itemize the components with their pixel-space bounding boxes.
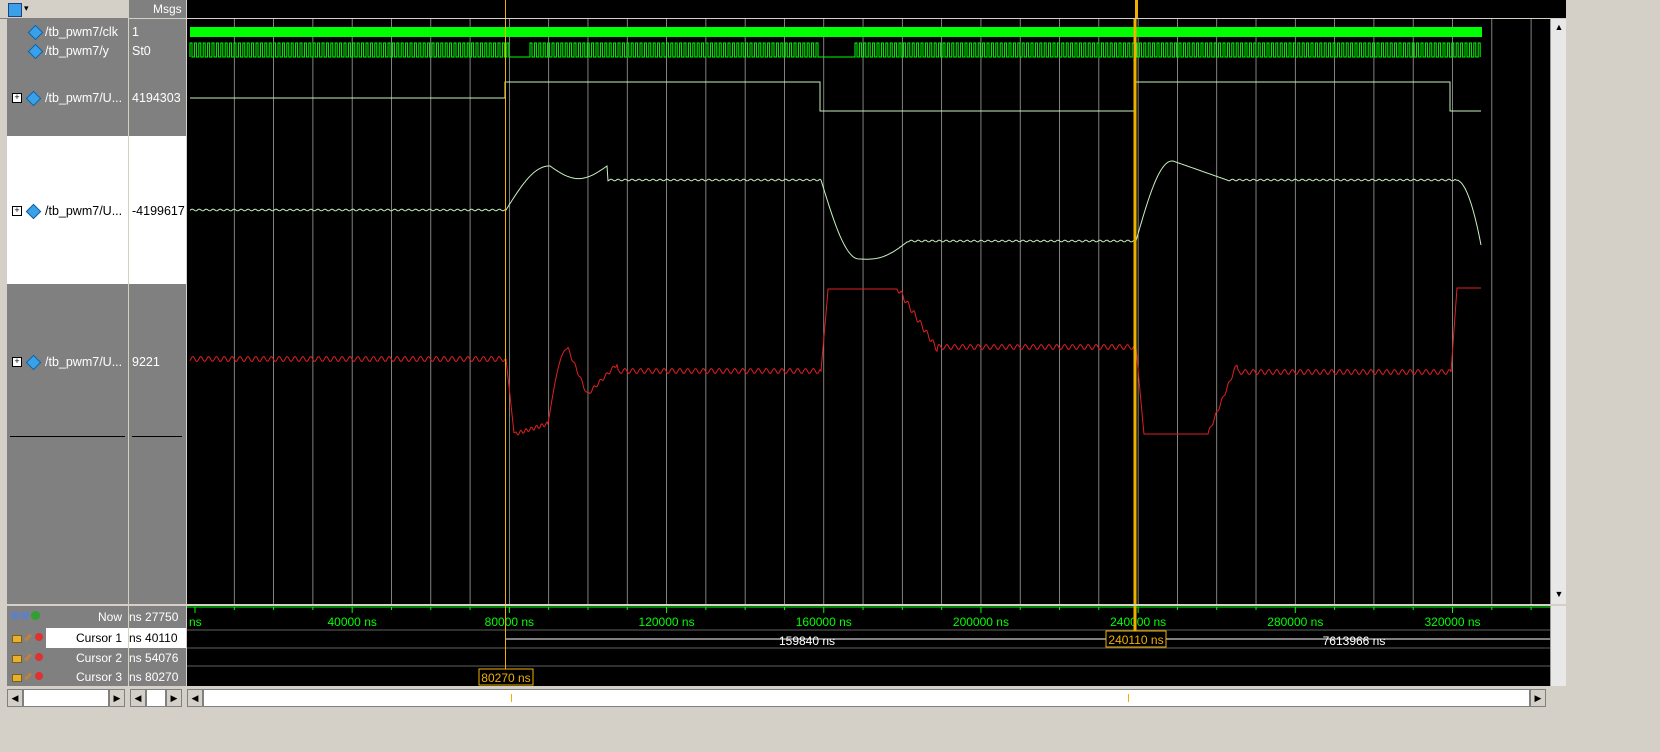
signal-value-u1: 4194303: [132, 91, 181, 105]
names-hscroll-track[interactable]: [23, 689, 109, 707]
chevron-down-icon[interactable]: ▾: [24, 3, 29, 14]
wave-toolbar-icon[interactable]: [8, 3, 22, 17]
cursor1-label[interactable]: Cursor 1: [76, 629, 122, 647]
expand-plus-icon[interactable]: +: [12, 357, 22, 367]
signal-name-y[interactable]: /tb_pwm7/y: [7, 42, 128, 60]
signal-values-pane[interactable]: 1 St0 4194303 -4199617 9221: [129, 19, 186, 604]
scroll-right-icon[interactable]: ▶: [109, 689, 125, 707]
timeline-canvas[interactable]: ns 40000 ns 80000 ns 120000 ns 160000 ns 2000…: [187, 606, 1550, 686]
timeline-tick-label: 240000 ns: [1110, 615, 1166, 629]
scroll-left-icon[interactable]: ◀: [7, 689, 23, 707]
cursor-marker-scroll: [511, 694, 512, 702]
bottom-scrollbars: ◀ ▶ ◀ ▶ ◀ ▶: [0, 688, 1660, 710]
diamond-signal-icon: [25, 354, 42, 371]
lock-icon[interactable]: [12, 674, 22, 682]
remove-icon[interactable]: [35, 672, 43, 680]
pencil-icon[interactable]: [24, 672, 32, 681]
timeline-tick-label: 80000 ns: [485, 615, 534, 629]
names-header: ▾: [0, 0, 128, 19]
add-icon[interactable]: [31, 611, 40, 620]
cursor-marker-scroll: [1128, 694, 1129, 702]
y-waveform: [189, 42, 1481, 58]
now-label: Now: [97, 610, 122, 624]
signal-value-y: St0: [132, 44, 151, 58]
u2-waveform: [189, 160, 1482, 260]
timeline-tick-label: 200000 ns: [953, 615, 1009, 629]
cursor3-label[interactable]: Cursor 3: [76, 668, 122, 686]
scroll-right-icon[interactable]: ▶: [166, 689, 182, 707]
cursor3-marker-label: 80270 ns: [481, 671, 530, 685]
pencil-icon[interactable]: [24, 653, 32, 662]
wave-hscroll-track[interactable]: [203, 689, 1530, 707]
timeline-tick-label: 160000 ns: [796, 615, 852, 629]
delta-label-2: 7613966 ns: [1323, 634, 1386, 648]
timeline-right-filler: [1550, 606, 1567, 686]
timeline-tick-label: 120000 ns: [639, 615, 695, 629]
cursor1-marker-label: 240110 ns: [1108, 633, 1163, 647]
timeline-pane[interactable]: ns 40000 ns 80000 ns 120000 ns 160000 ns 2000…: [187, 606, 1550, 686]
u1-waveform: [190, 81, 1481, 112]
timeline-tick-label: 320000 ns: [1424, 615, 1480, 629]
expand-plus-icon[interactable]: +: [12, 206, 22, 216]
u3-waveform: [189, 287, 1481, 436]
scroll-down-icon[interactable]: ▼: [1551, 586, 1567, 602]
signal-value-clk: 1: [132, 25, 139, 39]
remove-icon[interactable]: [35, 633, 43, 641]
signal-value-u3: 9221: [132, 355, 160, 369]
signal-names-pane[interactable]: /tb_pwm7/clk /tb_pwm7/y + /tb_pwm7/U... …: [7, 19, 128, 604]
cursor-names-pane: Now Cursor 1 Cursor 2 Cursor 3: [7, 606, 128, 686]
cursor2-label[interactable]: Cursor 2: [76, 649, 122, 667]
expand-plus-icon[interactable]: +: [12, 93, 22, 103]
remove-icon[interactable]: [35, 653, 43, 661]
scroll-up-icon[interactable]: ▲: [1551, 19, 1567, 35]
vertical-scrollbar[interactable]: ▲ ▼: [1550, 19, 1567, 604]
diamond-signal-icon: [27, 24, 44, 41]
waveform-canvas[interactable]: [187, 19, 1550, 604]
right-edge-fill: [1566, 0, 1660, 752]
scroll-left-icon[interactable]: ◀: [187, 689, 203, 707]
cursor3-value: 80270 ns: [129, 670, 179, 684]
timeline-tick-label: 40000 ns: [327, 615, 376, 629]
diamond-signal-icon: [25, 90, 42, 107]
wave-header: [187, 0, 1660, 18]
timeline-tick-label: ns: [189, 615, 202, 629]
delta-label-1: 159840 ns: [779, 634, 835, 648]
now-value: 27750 ns: [129, 610, 179, 624]
scroll-right-icon[interactable]: ▶: [1530, 689, 1546, 707]
cursor-header-marker: [505, 0, 506, 18]
msgs-header: Msgs: [129, 0, 186, 18]
row-divider: [132, 436, 182, 437]
signal-value-u2: -4199617: [132, 204, 185, 218]
scroll-left-icon[interactable]: ◀: [130, 689, 146, 707]
cursor2-value: 54076 ns: [129, 651, 179, 665]
add-cursor-icon[interactable]: [11, 612, 19, 619]
pencil-icon[interactable]: [24, 633, 32, 642]
waveform-pane[interactable]: [187, 19, 1550, 604]
row-divider: [10, 436, 125, 437]
diamond-signal-icon: [27, 43, 44, 60]
signal-name-u2[interactable]: + /tb_pwm7/U...: [7, 202, 128, 220]
edit-cursor-icon[interactable]: [21, 612, 29, 619]
diamond-signal-icon: [25, 203, 42, 220]
cursor1-value: 40110 ns: [129, 631, 178, 645]
signal-name-u3[interactable]: + /tb_pwm7/U...: [7, 353, 128, 371]
lock-icon[interactable]: [12, 655, 22, 663]
signal-name-u1[interactable]: + /tb_pwm7/U...: [7, 89, 128, 107]
lock-icon[interactable]: [12, 635, 22, 643]
timeline-tick-label: 280000 ns: [1267, 615, 1323, 629]
signal-name-clk[interactable]: /tb_pwm7/clk: [7, 23, 128, 41]
values-hscroll-track[interactable]: [146, 689, 166, 707]
cursor-values-pane: 27750 ns 40110 ns 54076 ns 80270 ns: [129, 606, 186, 686]
clk-waveform: [190, 27, 1482, 37]
cursor-header-marker: [1135, 0, 1138, 18]
bottom-fill: [0, 710, 1660, 752]
